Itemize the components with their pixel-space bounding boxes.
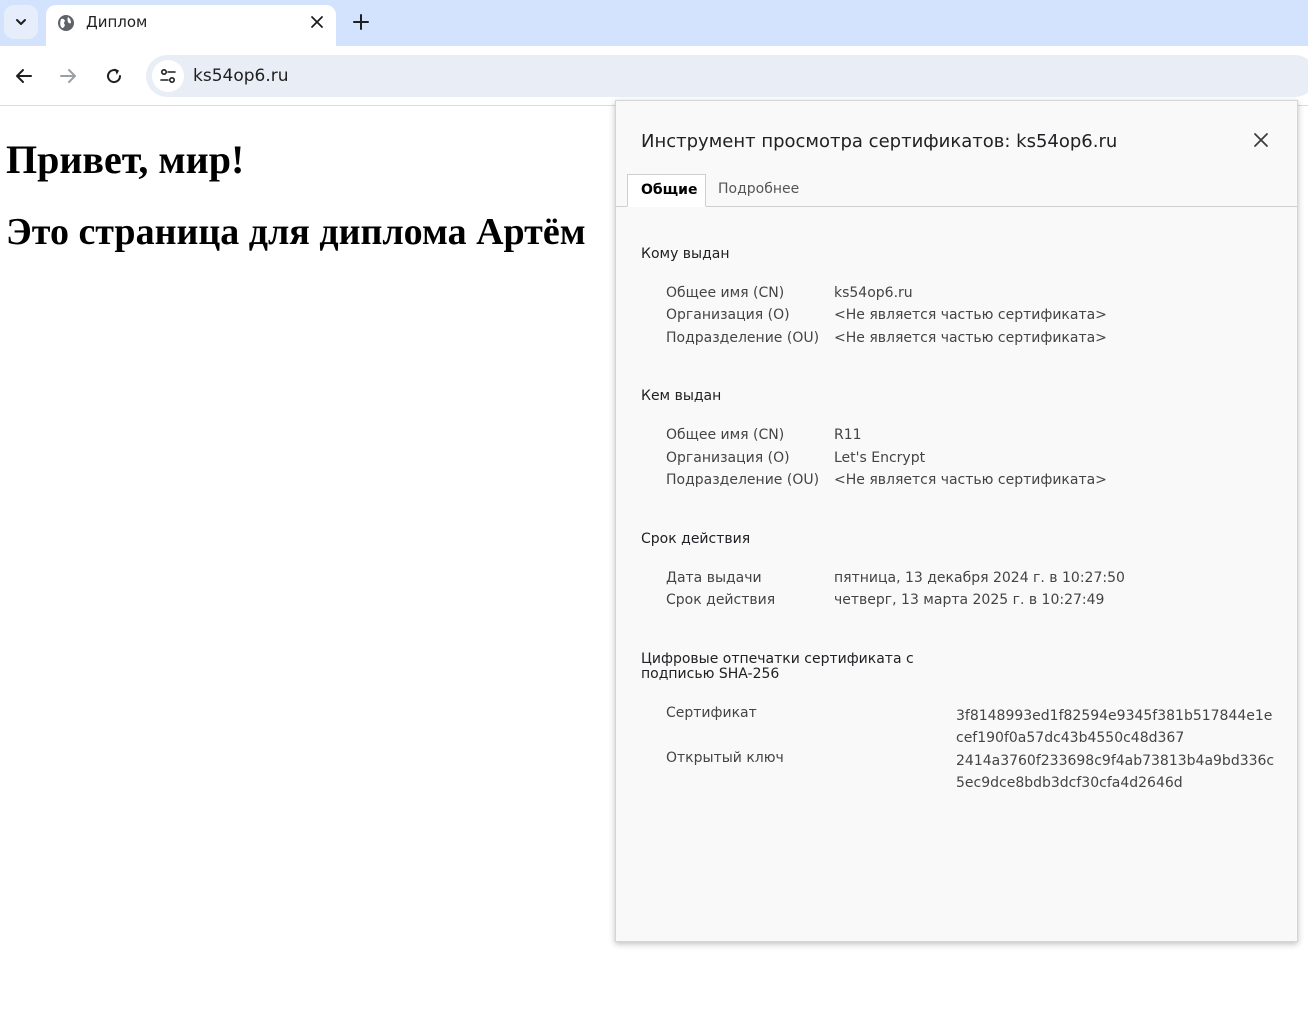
row-label: Срок действия xyxy=(666,592,776,608)
site-info-button[interactable] xyxy=(152,60,184,92)
tab-details[interactable]: Подробнее xyxy=(705,174,812,205)
row-value: 3f8148993ed1f82594e9345f381b517844e1ecef… xyxy=(956,708,1273,746)
fingerprints-title-line1: Цифровые отпечатки сертификата с xyxy=(641,651,914,667)
row-label: Подразделение (OU) xyxy=(666,330,820,346)
browser-toolbar: ks54op6.ru xyxy=(0,46,1308,106)
dialog-tabs: Общие Подробнее xyxy=(616,174,1297,207)
row-value: <Не является частью сертификата> xyxy=(834,472,1107,488)
row-label: Подразделение (OU) xyxy=(666,472,820,488)
globe-icon xyxy=(58,15,74,31)
row-value: Let's Encrypt xyxy=(834,450,926,466)
url-text[interactable]: ks54op6.ru xyxy=(193,66,289,86)
row-label: Дата выдачи xyxy=(666,570,762,586)
back-arrow-icon[interactable] xyxy=(14,66,34,86)
reload-icon[interactable] xyxy=(104,66,124,86)
row-value: пятница, 13 декабря 2024 г. в 10:27:50 xyxy=(834,570,1125,586)
section-fingerprints-title: Цифровые отпечатки сертификата с подпись… xyxy=(641,652,914,682)
row-value: R11 xyxy=(834,427,862,443)
row-label: Открытый ключ xyxy=(666,750,784,766)
fingerprints-title-line2: подписью SHA-256 xyxy=(641,666,780,682)
tab-strip: Диплом xyxy=(0,0,1308,46)
row-label: Общее имя (CN) xyxy=(666,285,785,301)
forward-arrow-icon[interactable] xyxy=(58,66,78,86)
page-heading-greeting: Привет, мир! xyxy=(6,137,245,182)
close-icon[interactable] xyxy=(310,15,324,29)
tab-title: Диплом xyxy=(86,13,148,31)
tune-icon xyxy=(160,68,176,84)
address-bar[interactable]: ks54op6.ru xyxy=(146,55,1308,97)
browser-tab[interactable]: Диплом xyxy=(46,5,336,46)
new-tab-plus-icon[interactable] xyxy=(352,13,370,31)
section-issued-by-title: Кем выдан xyxy=(641,388,722,404)
row-value: <Не является частью сертификата> xyxy=(834,307,1107,323)
row-value: 2414a3760f233698c9f4ab73813b4a9bd336c5ec… xyxy=(956,753,1275,791)
row-value: ks54op6.ru xyxy=(834,285,913,301)
row-label: Организация (O) xyxy=(666,307,790,323)
dialog-title: Инструмент просмотра сертификатов: ks54o… xyxy=(641,131,1118,152)
chevron-down-icon xyxy=(16,19,26,25)
row-label: Общее имя (CN) xyxy=(666,427,785,443)
close-icon[interactable] xyxy=(1253,132,1269,148)
tab-search-button[interactable] xyxy=(4,5,38,39)
tab-general[interactable]: Общие xyxy=(627,174,706,207)
row-label: Организация (O) xyxy=(666,450,790,466)
page-heading-diploma: Это страница для диплома Артём xyxy=(6,211,586,253)
section-validity-title: Срок действия xyxy=(641,531,751,547)
section-issued-to-title: Кому выдан xyxy=(641,246,730,262)
row-label: Сертификат xyxy=(666,705,757,721)
certificate-viewer-dialog: Инструмент просмотра сертификатов: ks54o… xyxy=(615,100,1298,942)
row-value: четверг, 13 марта 2025 г. в 10:27:49 xyxy=(834,592,1105,608)
row-value: <Не является частью сертификата> xyxy=(834,330,1107,346)
